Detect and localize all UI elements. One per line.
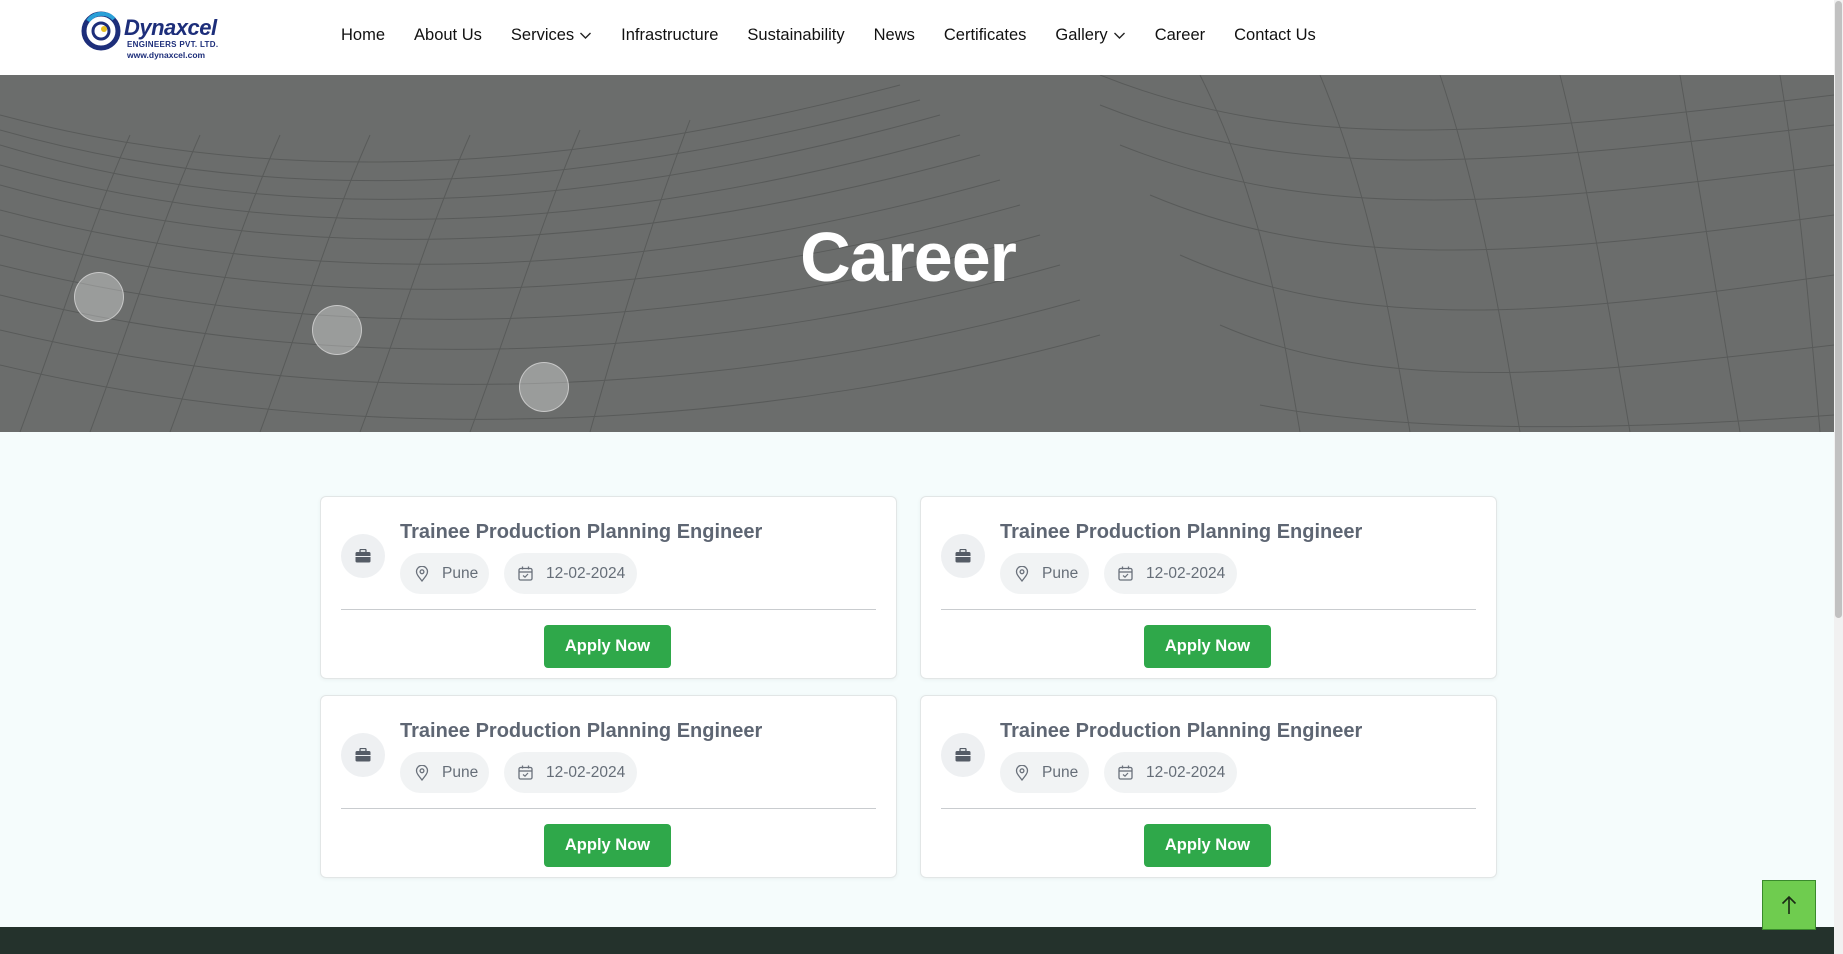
site-header: Dynaxcel ENGINEERS PVT. LTD. www.dynaxce…	[0, 0, 1834, 75]
apply-now-button[interactable]: Apply Now	[544, 824, 671, 867]
nav-infrastructure[interactable]: Infrastructure	[621, 26, 718, 45]
nav-gallery[interactable]: Gallery	[1055, 26, 1125, 45]
job-location-label: Pune	[442, 763, 479, 781]
nav-sustainability[interactable]: Sustainability	[747, 26, 844, 45]
chevron-down-icon	[580, 32, 592, 39]
nav-label: About Us	[414, 25, 482, 44]
apply-now-button[interactable]: Apply Now	[1144, 824, 1271, 867]
job-location: Pune	[1000, 752, 1089, 793]
job-location-label: Pune	[442, 564, 479, 582]
job-date-label: 12-02-2024	[546, 564, 626, 582]
hero-banner: Career	[0, 75, 1834, 432]
nav-label: Gallery	[1055, 25, 1108, 44]
logo-mark-icon	[81, 11, 121, 51]
job-location: Pune	[1000, 553, 1089, 594]
job-card: Trainee Production Planning Engineer Pun…	[320, 695, 897, 878]
job-location-label: Pune	[1042, 763, 1079, 781]
calendar-icon	[1118, 566, 1133, 581]
logo-subtitle: ENGINEERS PVT. LTD.	[127, 40, 219, 49]
job-card: Trainee Production Planning Engineer Pun…	[920, 496, 1497, 679]
calendar-icon	[518, 765, 533, 780]
nav-news[interactable]: News	[874, 26, 915, 45]
nav-label: Career	[1154, 25, 1206, 44]
decorative-bubble	[519, 362, 569, 412]
calendar-icon	[518, 566, 533, 581]
nav-label: Infrastructure	[621, 25, 719, 44]
job-title[interactable]: Trainee Production Planning Engineer	[1000, 521, 1362, 544]
job-date: 12-02-2024	[504, 752, 637, 793]
apply-now-button[interactable]: Apply Now	[1144, 625, 1271, 668]
job-location: Pune	[400, 553, 489, 594]
scrollbar-thumb[interactable]	[1835, 1, 1842, 618]
apply-now-button[interactable]: Apply Now	[544, 625, 671, 668]
briefcase-icon	[341, 534, 385, 578]
nav-label: News	[873, 25, 915, 44]
footer	[0, 927, 1834, 954]
card-divider	[941, 808, 1476, 809]
job-title[interactable]: Trainee Production Planning Engineer	[400, 720, 762, 743]
map-pin-icon	[1015, 764, 1029, 781]
page-title: Career	[800, 218, 1017, 296]
job-date-label: 12-02-2024	[1146, 763, 1226, 781]
briefcase-icon	[941, 534, 985, 578]
map-pin-icon	[415, 764, 429, 781]
nav-career[interactable]: Career	[1155, 26, 1205, 45]
back-to-top-button[interactable]	[1762, 880, 1816, 930]
job-date-label: 12-02-2024	[1146, 564, 1226, 582]
job-date: 12-02-2024	[1104, 553, 1237, 594]
arrow-up-icon	[1781, 895, 1797, 914]
chevron-down-icon	[1113, 32, 1125, 39]
map-pin-icon	[415, 565, 429, 582]
job-card: Trainee Production Planning Engineer Pun…	[320, 496, 897, 679]
logo-url: www.dynaxcel.com	[127, 50, 206, 60]
nav-label: Home	[341, 25, 386, 44]
nav-certificates[interactable]: Certificates	[944, 26, 1027, 45]
nav-label: Services	[510, 25, 575, 44]
company-logo[interactable]: Dynaxcel ENGINEERS PVT. LTD. www.dynaxce…	[80, 9, 220, 61]
job-card: Trainee Production Planning Engineer Pun…	[920, 695, 1497, 878]
page-scrollbar[interactable]	[1834, 0, 1843, 954]
briefcase-icon	[941, 733, 985, 777]
job-date: 12-02-2024	[1104, 752, 1237, 793]
decorative-bubble	[312, 305, 362, 355]
map-pin-icon	[1015, 565, 1029, 582]
nav-label: Sustainability	[747, 25, 845, 44]
job-date-label: 12-02-2024	[546, 763, 626, 781]
card-divider	[941, 609, 1476, 610]
nav-contact-us[interactable]: Contact Us	[1234, 26, 1316, 45]
nav-home[interactable]: Home	[341, 26, 385, 45]
logo-name: Dynaxcel	[124, 15, 217, 40]
card-divider	[341, 808, 876, 809]
nav-services[interactable]: Services	[511, 26, 592, 45]
briefcase-icon	[341, 733, 385, 777]
nav-label: Contact Us	[1234, 25, 1316, 44]
job-location-label: Pune	[1042, 564, 1079, 582]
job-title[interactable]: Trainee Production Planning Engineer	[400, 521, 762, 544]
nav-about-us[interactable]: About Us	[414, 26, 482, 45]
job-location: Pune	[400, 752, 489, 793]
nav-label: Certificates	[943, 25, 1027, 44]
job-date: 12-02-2024	[504, 553, 637, 594]
calendar-icon	[1118, 765, 1133, 780]
main-nav: Home About Us Services Infrastructure Su…	[341, 0, 1345, 70]
card-divider	[341, 609, 876, 610]
job-title[interactable]: Trainee Production Planning Engineer	[1000, 720, 1362, 743]
